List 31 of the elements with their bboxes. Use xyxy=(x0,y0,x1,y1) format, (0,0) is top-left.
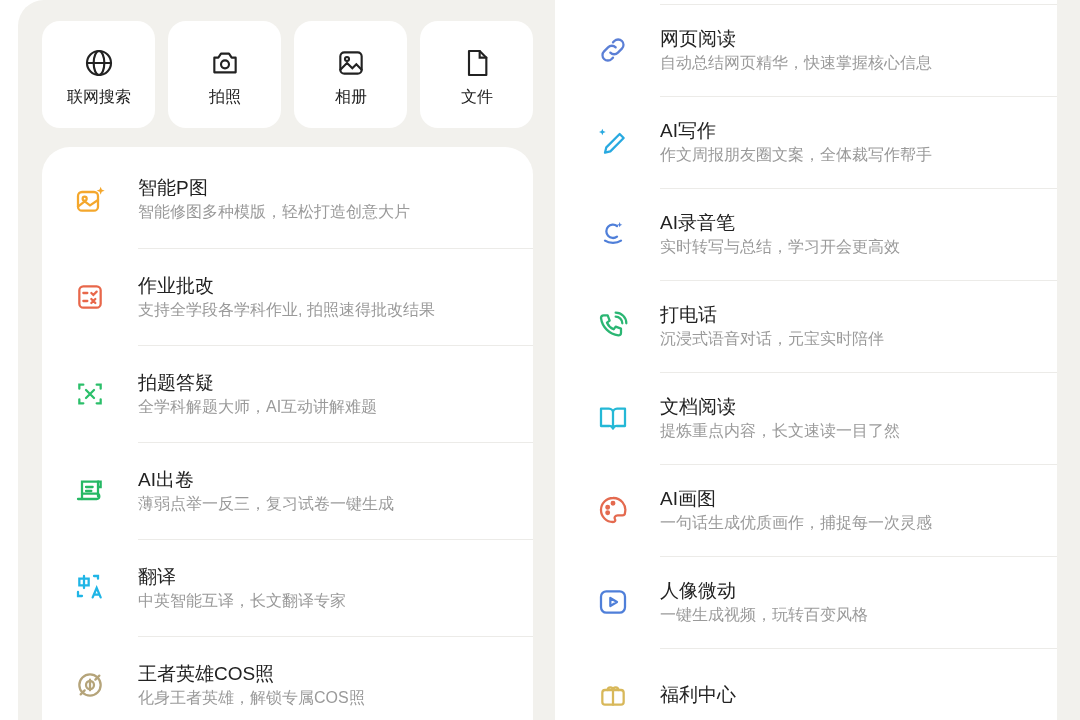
feature-title[interactable]: 文档阅读 xyxy=(660,394,1057,419)
feature-title[interactable]: 智能P图 xyxy=(138,175,533,200)
feature-title[interactable]: AI出卷 xyxy=(138,466,533,492)
feature-description: 提炼重点内容，长文速读一目了然 xyxy=(660,421,901,441)
quick-action-button[interactable]: 文件 xyxy=(420,21,533,128)
feature-title[interactable]: 福利中心 xyxy=(660,682,1057,707)
feature-description: 中英智能互译，长文翻译专家 xyxy=(138,590,347,611)
feature-description: 实时转写与总结，学习开会更高效 xyxy=(660,237,901,257)
quick-action-button[interactable]: 相册 xyxy=(294,21,407,128)
quick-action-button[interactable]: 联网搜索 xyxy=(42,21,155,128)
feature-title[interactable]: 人像微动 xyxy=(660,578,1057,603)
feature-title[interactable]: AI录音笔 xyxy=(660,210,1057,235)
feature-description: 化身王者英雄，解锁专属COS照 xyxy=(138,687,366,708)
feature-description: 全学科解题大师，AI互动讲解难题 xyxy=(138,396,379,417)
feature-title[interactable]: 作业批改 xyxy=(138,272,533,298)
quick-action-button[interactable]: 拍照 xyxy=(168,21,281,128)
feature-title[interactable]: 网页阅读 xyxy=(660,26,1057,51)
feature-title[interactable]: 拍题答疑 xyxy=(138,369,533,395)
feature-description: 沉浸式语音对话，元宝实时陪伴 xyxy=(660,329,885,349)
feature-description: 一键生成视频，玩转百变风格 xyxy=(660,605,869,625)
feature-description: 薄弱点举一反三，复习试卷一键生成 xyxy=(138,493,395,514)
feature-description: 智能修图多种模版，轻松打造创意大片 xyxy=(138,202,411,222)
feature-description: 自动总结网页精华，快速掌握核心信息 xyxy=(660,53,933,73)
feature-title[interactable]: 翻译 xyxy=(138,563,533,589)
feature-description: 支持全学段各学科作业, 拍照速得批改结果 xyxy=(138,299,436,320)
feature-description: 作文周报朋友圈文案，全体裁写作帮手 xyxy=(660,145,933,165)
feature-description: 一句话生成优质画作，捕捉每一次灵感 xyxy=(660,513,933,533)
feature-title[interactable]: 打电话 xyxy=(660,302,1057,327)
feature-title[interactable]: 王者英雄COS照 xyxy=(138,660,533,686)
feature-title[interactable]: AI画图 xyxy=(660,486,1057,511)
feature-title[interactable]: AI写作 xyxy=(660,118,1057,143)
